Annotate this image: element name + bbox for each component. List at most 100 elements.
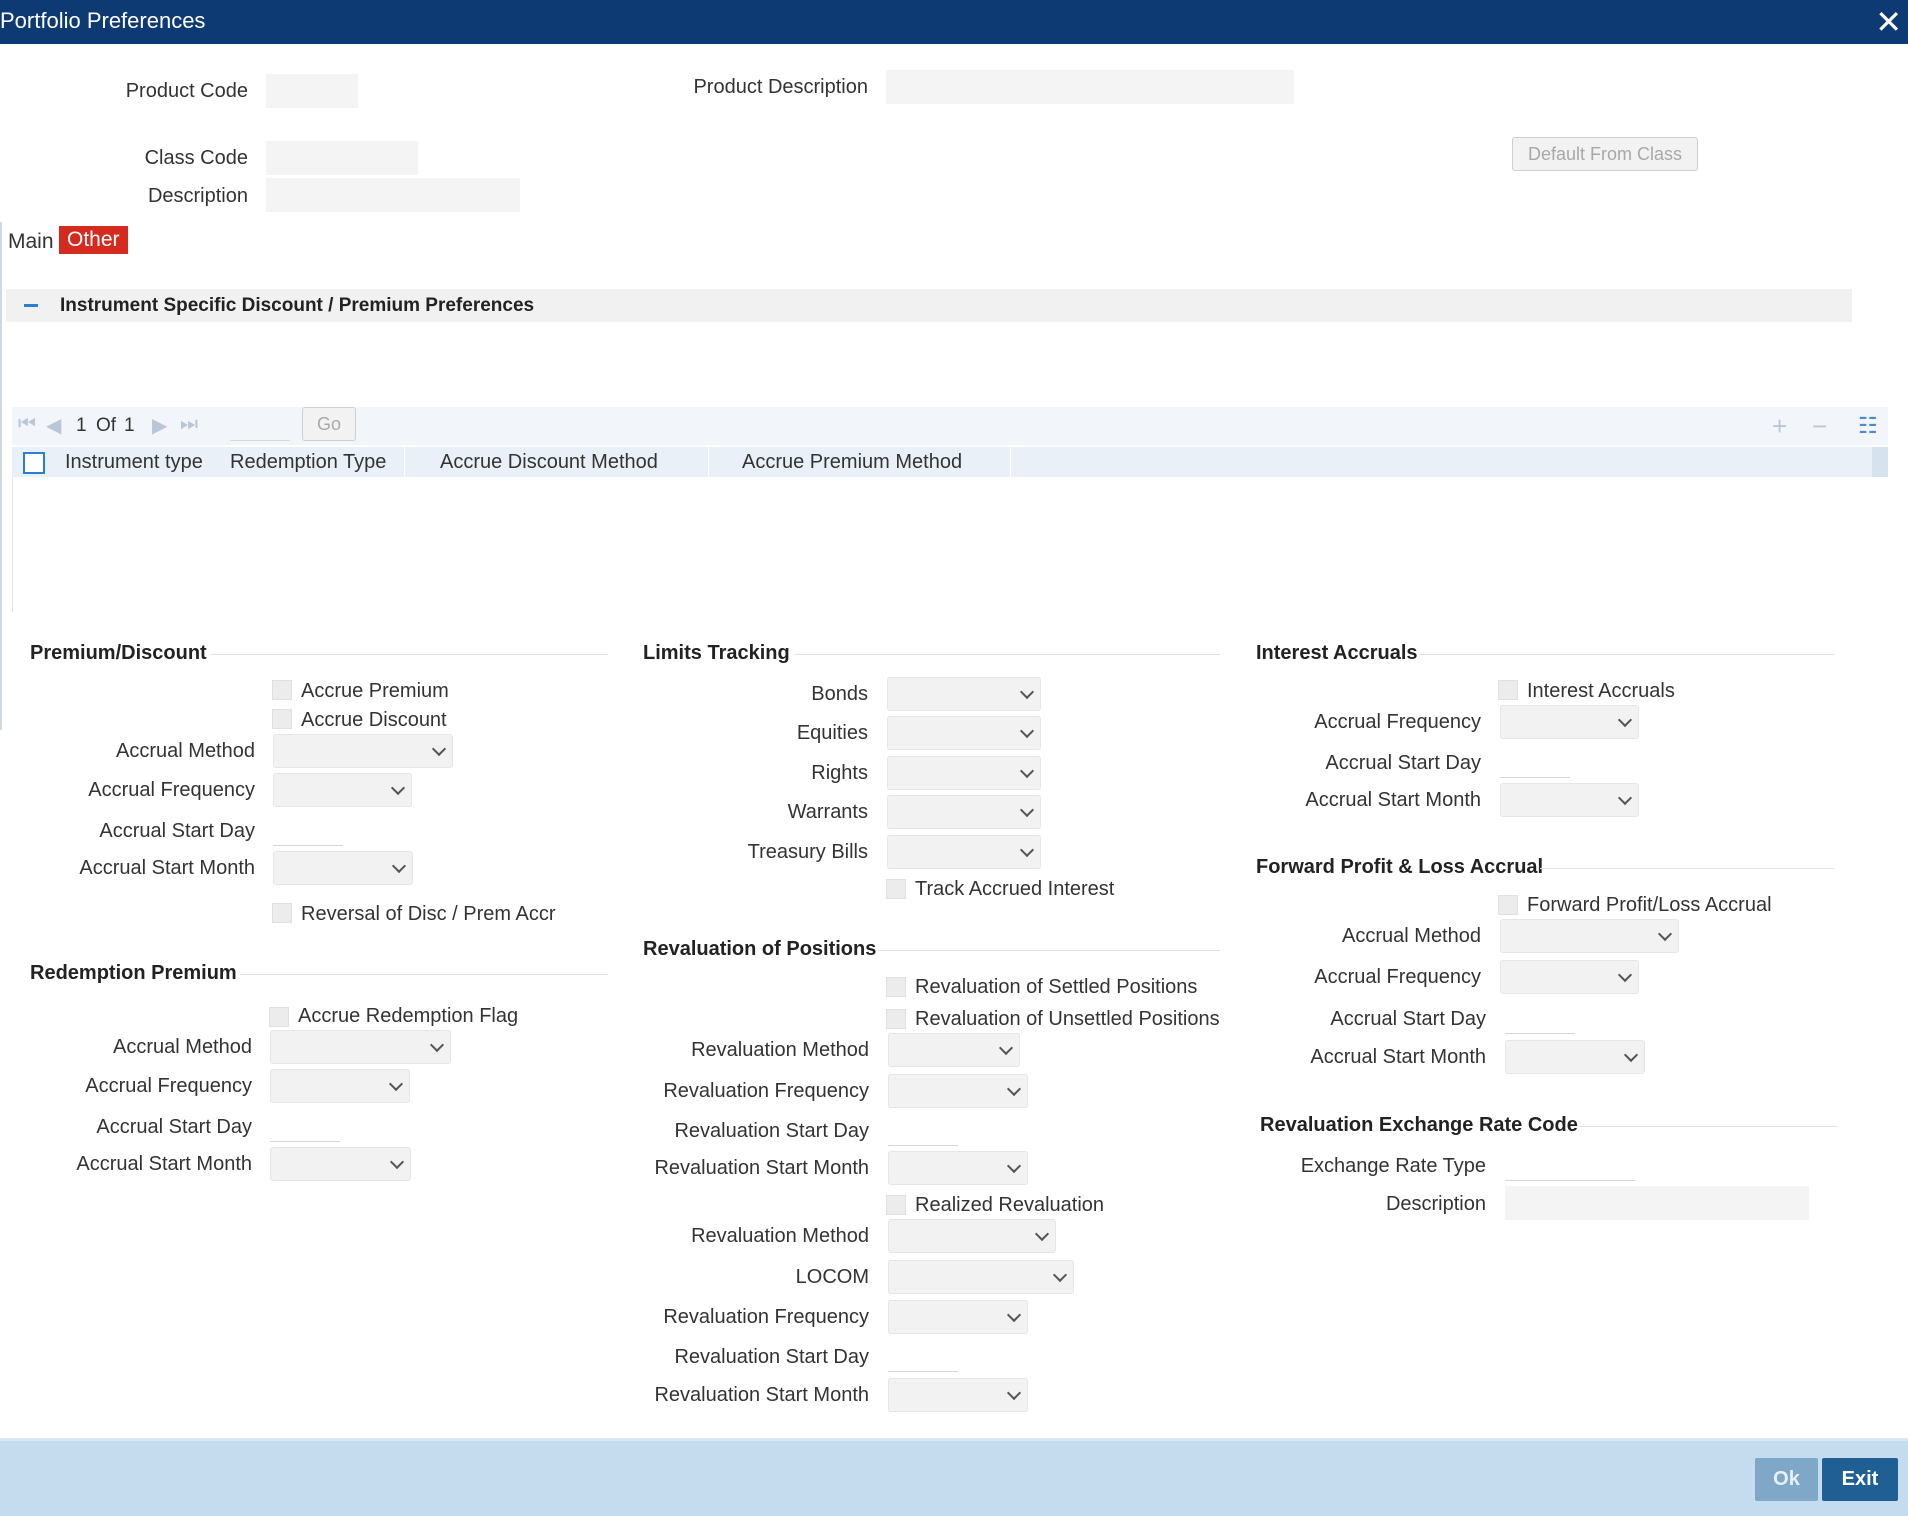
warrants-label: Warrants — [787, 801, 868, 823]
page-of: Of — [96, 415, 117, 436]
reversal-label: Reversal of Disc / Prem Accr — [301, 903, 556, 925]
rights-select[interactable] — [887, 756, 1041, 790]
first-page-icon[interactable]: ⏮ — [18, 413, 36, 436]
treasury-bills-select[interactable] — [887, 835, 1041, 869]
pd-accrual-frequency-label: Accrual Frequency — [88, 779, 255, 801]
chevron-down-icon — [1019, 802, 1035, 818]
warrants-select[interactable] — [887, 795, 1041, 829]
equities-label: Equities — [796, 722, 868, 744]
last-page-icon[interactable]: ⏭ — [180, 413, 198, 436]
chevron-down-icon — [1019, 763, 1035, 779]
reval-method-label: Revaluation Method — [691, 1039, 869, 1061]
ia-accrual-start-day-label: Accrual Start Day — [1325, 752, 1481, 774]
fpl-accrual-start-day-input[interactable] — [1505, 1004, 1575, 1034]
realized-start-month-select[interactable] — [888, 1378, 1028, 1412]
ia-accrual-start-day-input[interactable] — [1500, 748, 1570, 778]
tab-main[interactable]: Main — [8, 230, 54, 254]
interest-accruals-checkbox[interactable] — [1498, 680, 1518, 700]
next-page-icon[interactable]: ▶ — [152, 413, 167, 438]
page-number-input[interactable] — [230, 411, 290, 441]
pd-accrual-method-select[interactable] — [273, 734, 453, 768]
ia-accrual-start-month-select[interactable] — [1500, 783, 1639, 817]
grid-header-row: Instrument type Redemption Type Accrue D… — [12, 447, 1888, 477]
chevron-down-icon — [1623, 1047, 1639, 1063]
pd-accrual-start-day-input[interactable] — [273, 816, 343, 846]
reval-exchange-description-input[interactable] — [1505, 1186, 1809, 1220]
locom-select[interactable] — [888, 1260, 1074, 1294]
rp-accrual-frequency-select[interactable] — [270, 1069, 410, 1103]
default-from-class-button[interactable]: Default From Class — [1512, 137, 1698, 171]
add-row-icon[interactable]: + — [1772, 411, 1787, 442]
columns-icon[interactable]: ☷ — [1858, 413, 1878, 439]
accrue-premium-checkbox[interactable] — [272, 680, 292, 700]
interest-accruals-label: Interest Accruals — [1527, 680, 1675, 702]
reversal-checkbox[interactable] — [272, 903, 292, 923]
class-code-input[interactable] — [266, 141, 418, 175]
exchange-rate-type-input[interactable] — [1505, 1151, 1635, 1181]
tab-other[interactable]: Other — [59, 226, 128, 254]
window-title: Portfolio Preferences — [0, 8, 206, 33]
rights-label: Rights — [811, 762, 868, 784]
pd-accrual-start-month-select[interactable] — [273, 851, 413, 885]
delete-row-icon[interactable]: − — [1812, 411, 1827, 442]
description-input[interactable] — [266, 178, 520, 212]
col-accrue-discount-method[interactable]: Accrue Discount Method — [440, 451, 658, 474]
prev-page-icon[interactable]: ◀ — [46, 413, 61, 438]
col-redemption-type[interactable]: Redemption Type — [230, 451, 386, 474]
grid-scrollbar[interactable] — [1872, 447, 1888, 477]
realized-frequency-select[interactable] — [888, 1300, 1028, 1334]
treasury-bills-label: Treasury Bills — [747, 841, 868, 863]
accrue-discount-label: Accrue Discount — [301, 709, 447, 731]
fpl-accrual-frequency-select[interactable] — [1500, 960, 1639, 994]
track-accrued-interest-checkbox[interactable] — [886, 879, 906, 899]
chevron-down-icon — [1617, 967, 1633, 983]
realized-start-month-label: Revaluation Start Month — [654, 1384, 869, 1406]
accrue-redemption-flag-checkbox[interactable] — [269, 1007, 289, 1027]
fpl-accrual-start-day-label: Accrual Start Day — [1330, 1008, 1486, 1030]
reval-exchange-description-label: Description — [1385, 1193, 1486, 1215]
product-description-input[interactable] — [886, 70, 1294, 104]
reval-settled-label: Revaluation of Settled Positions — [915, 976, 1198, 998]
collapse-icon[interactable] — [24, 304, 38, 307]
rp-accrual-start-month-select[interactable] — [270, 1147, 411, 1181]
rp-accrual-method-select[interactable] — [270, 1030, 451, 1064]
reval-unsettled-checkbox[interactable] — [886, 1009, 906, 1029]
fpl-accrual-start-month-label: Accrual Start Month — [1310, 1046, 1486, 1068]
col-accrue-premium-method[interactable]: Accrue Premium Method — [742, 451, 962, 474]
page-current: 1 — [76, 415, 87, 436]
chevron-down-icon — [998, 1040, 1014, 1056]
reval-exchange-title: Revaluation Exchange Rate Code — [1260, 1114, 1578, 1136]
realized-revaluation-checkbox[interactable] — [886, 1195, 906, 1215]
reval-settled-checkbox[interactable] — [886, 977, 906, 997]
pd-accrual-frequency-select[interactable] — [273, 773, 412, 807]
page-total: 1 — [124, 415, 135, 436]
accrue-discount-checkbox[interactable] — [272, 709, 292, 729]
exit-button[interactable]: Exit — [1822, 1458, 1898, 1501]
chevron-down-icon — [1019, 723, 1035, 739]
chevron-down-icon — [1052, 1267, 1068, 1283]
revaluation-positions-title: Revaluation of Positions — [643, 938, 877, 960]
col-instrument-type[interactable]: Instrument type — [65, 451, 203, 474]
class-code-label: Class Code — [144, 147, 248, 169]
go-button[interactable]: Go — [302, 407, 356, 441]
reval-start-day-input[interactable] — [888, 1116, 958, 1146]
ok-button[interactable]: Ok — [1755, 1458, 1818, 1501]
reval-method-select[interactable] — [888, 1033, 1020, 1067]
bonds-select[interactable] — [887, 677, 1041, 711]
instrument-section-header[interactable]: Instrument Specific Discount / Premium P… — [6, 289, 1852, 322]
equities-select[interactable] — [887, 716, 1041, 750]
accrue-premium-label: Accrue Premium — [301, 680, 449, 702]
forward-pl-checkbox[interactable] — [1498, 895, 1518, 915]
reval-frequency-select[interactable] — [888, 1074, 1028, 1108]
realized-method-select[interactable] — [888, 1219, 1056, 1253]
ia-accrual-frequency-select[interactable] — [1500, 705, 1639, 739]
rp-accrual-start-day-input[interactable] — [270, 1112, 340, 1142]
realized-start-day-input[interactable] — [888, 1342, 958, 1372]
close-icon[interactable]: ✕ — [1875, 4, 1902, 40]
product-code-input[interactable] — [266, 74, 358, 108]
reval-start-month-select[interactable] — [888, 1151, 1028, 1185]
fpl-accrual-method-select[interactable] — [1500, 919, 1679, 953]
locom-label: LOCOM — [795, 1266, 869, 1288]
fpl-accrual-start-month-select[interactable] — [1505, 1040, 1645, 1074]
select-all-checkbox[interactable] — [23, 452, 45, 474]
